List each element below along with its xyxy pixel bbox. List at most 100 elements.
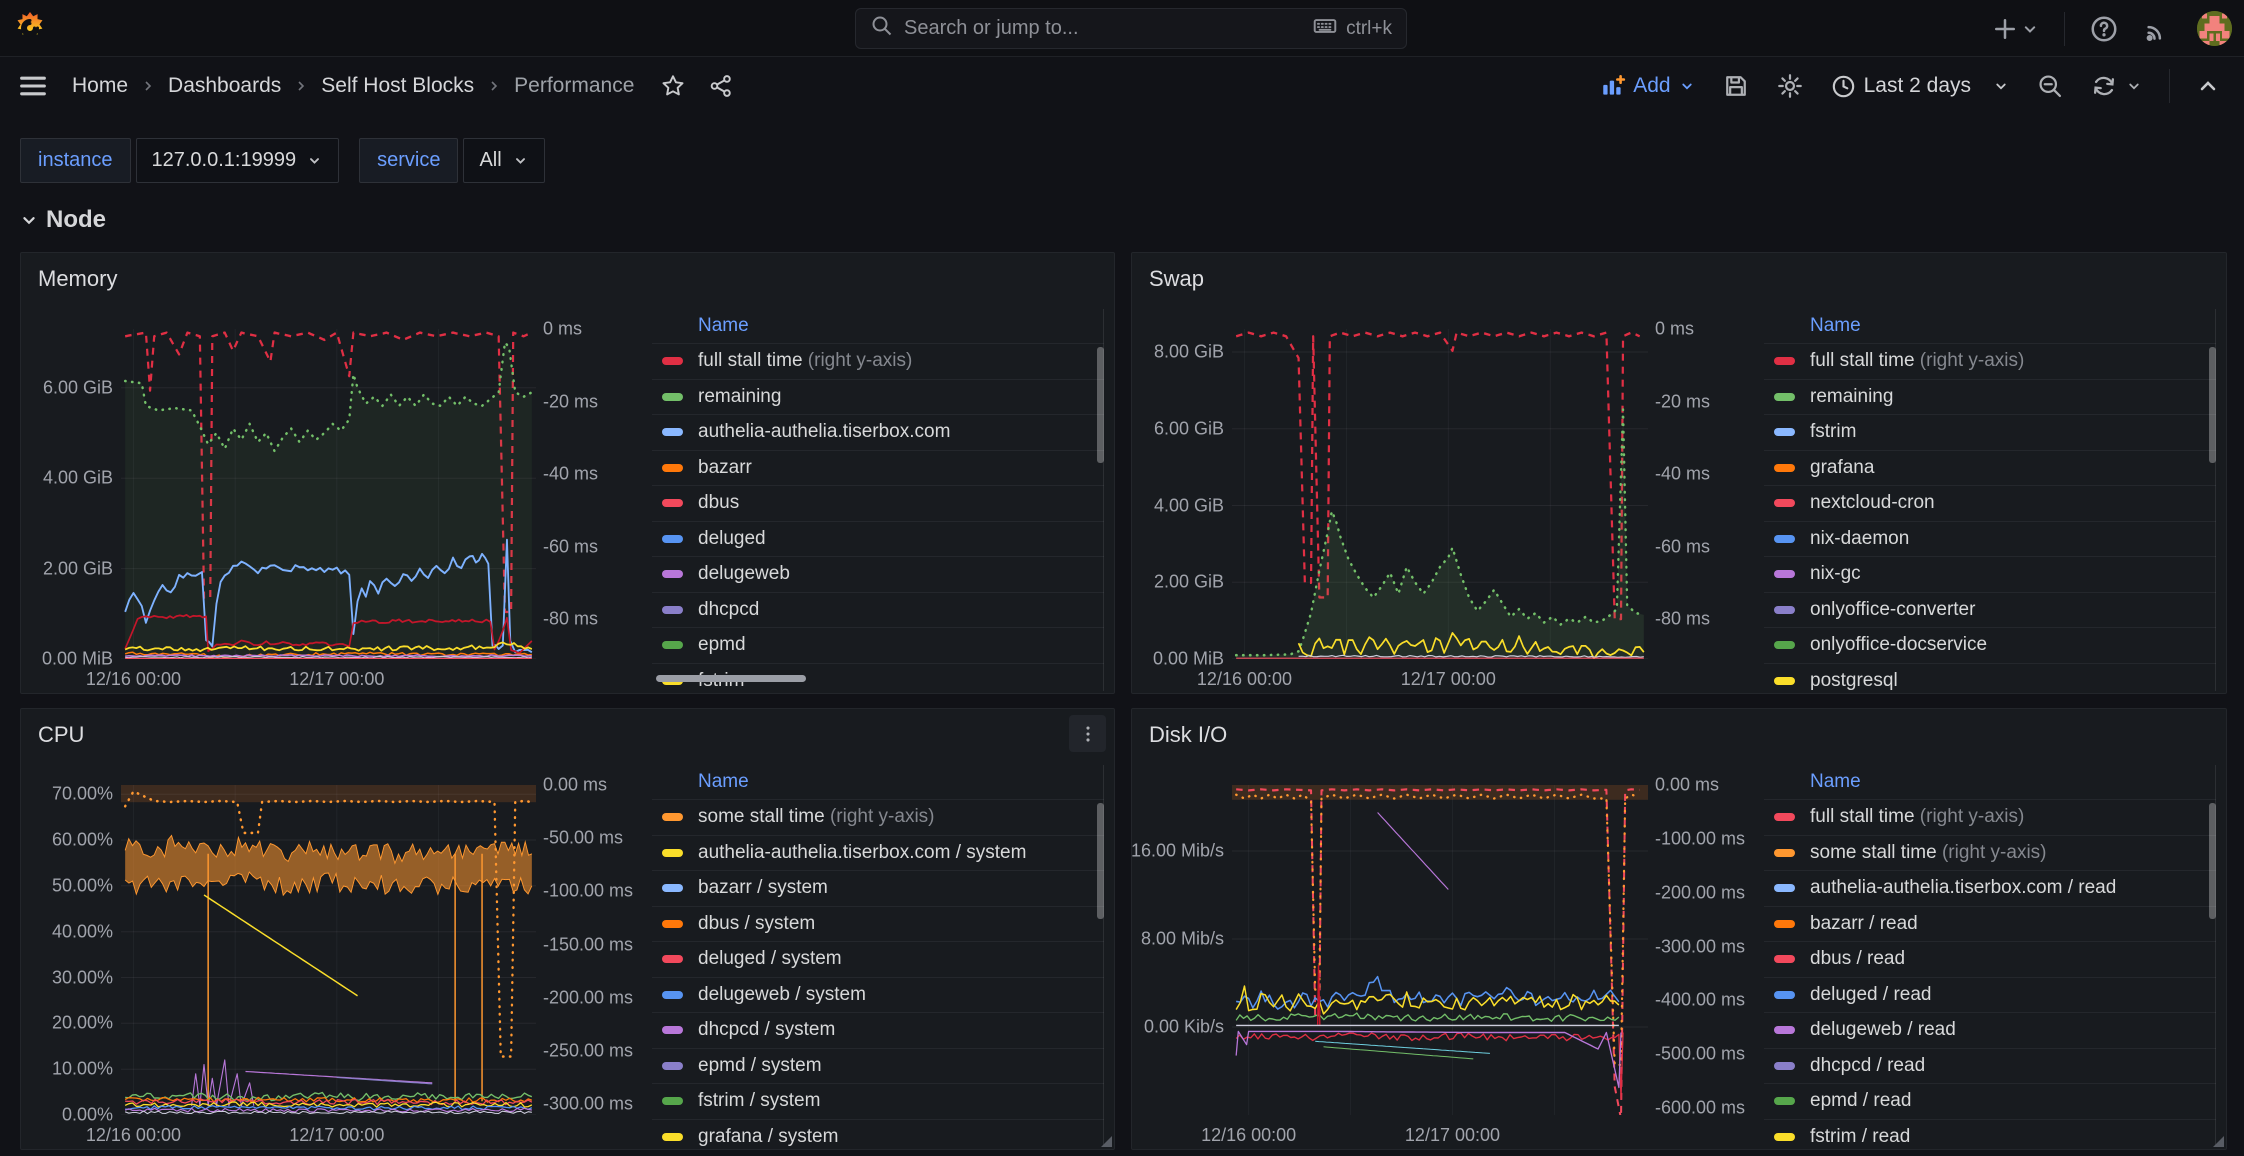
favorite-star-button[interactable] [660, 73, 686, 99]
panel-menu-button[interactable] [1069, 715, 1106, 752]
legend-item[interactable]: bazarr [652, 450, 1104, 486]
row-node-toggle[interactable]: Node [18, 206, 106, 234]
legend-header-name[interactable]: Name [1764, 309, 2216, 343]
legend-item[interactable]: full stall time (right y-axis) [1764, 343, 2216, 379]
legend-item[interactable]: nextcloud-cron [1764, 485, 2216, 521]
legend-item[interactable]: dhcpcd / system [652, 1012, 1104, 1048]
legend-item[interactable]: bazarr / system [652, 870, 1104, 906]
legend-label: authelia-authelia.tiserbox.com [698, 421, 950, 442]
legend-item[interactable]: epmd / system [652, 1048, 1104, 1084]
legend-header-name[interactable]: Name [1764, 765, 2216, 799]
zoom-out-time-button[interactable] [2036, 72, 2064, 100]
user-avatar[interactable] [2197, 11, 2232, 46]
panel-title[interactable]: Swap [1149, 266, 1204, 292]
legend-header-name[interactable]: Name [652, 765, 1104, 799]
chevron-down-icon [1678, 77, 1696, 95]
y-axis-tick: -80 ms [1655, 609, 1710, 630]
gear-icon [1776, 72, 1804, 100]
save-dashboard-button[interactable] [1722, 72, 1750, 100]
legend-item[interactable]: delugeweb [652, 556, 1104, 592]
legend-item[interactable]: dbus / system [652, 906, 1104, 942]
legend-item[interactable]: some stall time (right y-axis) [652, 799, 1104, 835]
panel-title[interactable]: Memory [38, 266, 117, 292]
legend-item[interactable]: onlyoffice-docservice [1764, 627, 2216, 663]
legend-item[interactable]: dbus / read [1764, 941, 2216, 977]
grafana-logo[interactable] [12, 10, 48, 46]
collapse-toolbar-button[interactable] [2196, 74, 2220, 98]
legend-item[interactable]: full stall time (right y-axis) [652, 343, 1104, 379]
legend-item[interactable]: dbus [652, 485, 1104, 521]
legend-item[interactable]: epmd [652, 627, 1104, 663]
legend-item[interactable]: fstrim [1764, 414, 2216, 450]
legend-item[interactable]: fstrim / read [1764, 1119, 2216, 1148]
variable-instance-select[interactable]: 127.0.0.1:19999 [136, 138, 340, 183]
chevron-right-icon [293, 78, 309, 94]
new-menu-button[interactable] [1990, 14, 2040, 44]
search-input[interactable]: Search or jump to... ctrl+k [855, 8, 1407, 49]
dashboard-settings-button[interactable] [1776, 72, 1804, 100]
x-axis-tick: 12/17 00:00 [289, 1125, 384, 1146]
legend-item[interactable]: epmd / read [1764, 1083, 2216, 1119]
legend-item[interactable]: delugeweb / system [652, 977, 1104, 1013]
plot[interactable]: 12/16 00:0012/17 00:00 [121, 785, 536, 1115]
panel-resize-handle[interactable] [2213, 1136, 2224, 1147]
legend-label: grafana / system [698, 1126, 838, 1147]
legend-scrollbar-thumb[interactable] [2209, 803, 2216, 919]
legend-scrollbar-thumb[interactable] [2209, 347, 2216, 463]
x-axis-tick: 12/17 00:00 [1401, 669, 1496, 690]
legend-item[interactable]: authelia-authelia.tiserbox.com / system [652, 835, 1104, 871]
series-color-swatch [1774, 1026, 1795, 1034]
plot[interactable]: 12/16 00:0012/17 00:00 [1232, 329, 1648, 659]
y-axis-tick: -300.00 ms [543, 1094, 633, 1115]
legend-item[interactable]: dhcpcd / read [1764, 1048, 2216, 1084]
legend-item[interactable]: grafana [1764, 450, 2216, 486]
legend-scrollbar-thumb[interactable] [1097, 803, 1104, 919]
legend-item[interactable]: some stall time (right y-axis) [1764, 835, 2216, 871]
legend-item[interactable]: dhcpcd [652, 592, 1104, 628]
legend-item[interactable]: remaining [652, 379, 1104, 415]
panel-title[interactable]: CPU [38, 722, 84, 748]
legend-item[interactable]: authelia-authelia.tiserbox.com / read [1764, 870, 2216, 906]
time-range-picker[interactable]: Last 2 days [1830, 73, 2010, 100]
news-icon[interactable] [2143, 14, 2173, 44]
panel-title[interactable]: Disk I/O [1149, 722, 1227, 748]
plot[interactable]: 12/16 00:0012/17 00:00 [1232, 785, 1648, 1115]
legend-item[interactable]: authelia-authelia.tiserbox.com [652, 414, 1104, 450]
breadcrumb-home[interactable]: Home [72, 74, 128, 98]
legend-item[interactable]: delugeweb / read [1764, 1012, 2216, 1048]
panel-resize-handle[interactable] [1101, 1136, 1112, 1147]
legend-item[interactable]: full stall time (right y-axis) [1764, 799, 2216, 835]
legend-item[interactable]: deluged / read [1764, 977, 2216, 1013]
legend-item[interactable]: nix-gc [1764, 556, 2216, 592]
legend: Namefull stall time (right y-axis)remain… [1764, 309, 2216, 691]
add-panel-button[interactable]: Add [1600, 73, 1695, 99]
legend-header-name[interactable]: Name [652, 309, 1104, 343]
breadcrumb-dashboards[interactable]: Dashboards [168, 74, 281, 98]
refresh-button[interactable] [2090, 72, 2143, 100]
y-axis-tick: 20.00% [52, 1013, 113, 1034]
help-button[interactable] [2089, 14, 2119, 44]
series-color-swatch [1774, 641, 1795, 649]
breadcrumb-folder[interactable]: Self Host Blocks [321, 74, 474, 98]
legend-item[interactable]: grafana / system [652, 1119, 1104, 1148]
y-axis-tick: 6.00 GiB [1154, 418, 1224, 439]
legend-item[interactable]: fstrim / system [652, 1083, 1104, 1119]
variable-service-select[interactable]: All [463, 138, 544, 183]
legend-scrollbar-thumb[interactable] [1097, 347, 1104, 463]
y-axis-tick: -60 ms [1655, 536, 1710, 557]
legend-item[interactable]: onlyoffice-converter [1764, 592, 2216, 628]
legend-item[interactable]: deluged / system [652, 941, 1104, 977]
plot[interactable]: 12/16 00:0012/17 00:00 [121, 329, 536, 659]
share-button[interactable] [708, 73, 734, 99]
legend-horizontal-scrollbar[interactable] [656, 675, 806, 682]
left-y-axis: 16.00 Mib/s8.00 Mib/s0.00 Kib/s [1140, 785, 1232, 1115]
legend-item[interactable]: nix-daemon [1764, 521, 2216, 557]
legend-item[interactable]: deluged [652, 521, 1104, 557]
legend-item[interactable]: postgresql [1764, 663, 2216, 692]
legend-item[interactable]: bazarr / read [1764, 906, 2216, 942]
legend-label: onlyoffice-converter [1810, 599, 1975, 620]
mega-menu-button[interactable] [16, 69, 50, 103]
legend-item[interactable]: remaining [1764, 379, 2216, 415]
chart-area: 6.00 GiB4.00 GiB2.00 GiB0.00 MiB12/16 00… [29, 329, 642, 659]
series-color-swatch [662, 849, 683, 857]
